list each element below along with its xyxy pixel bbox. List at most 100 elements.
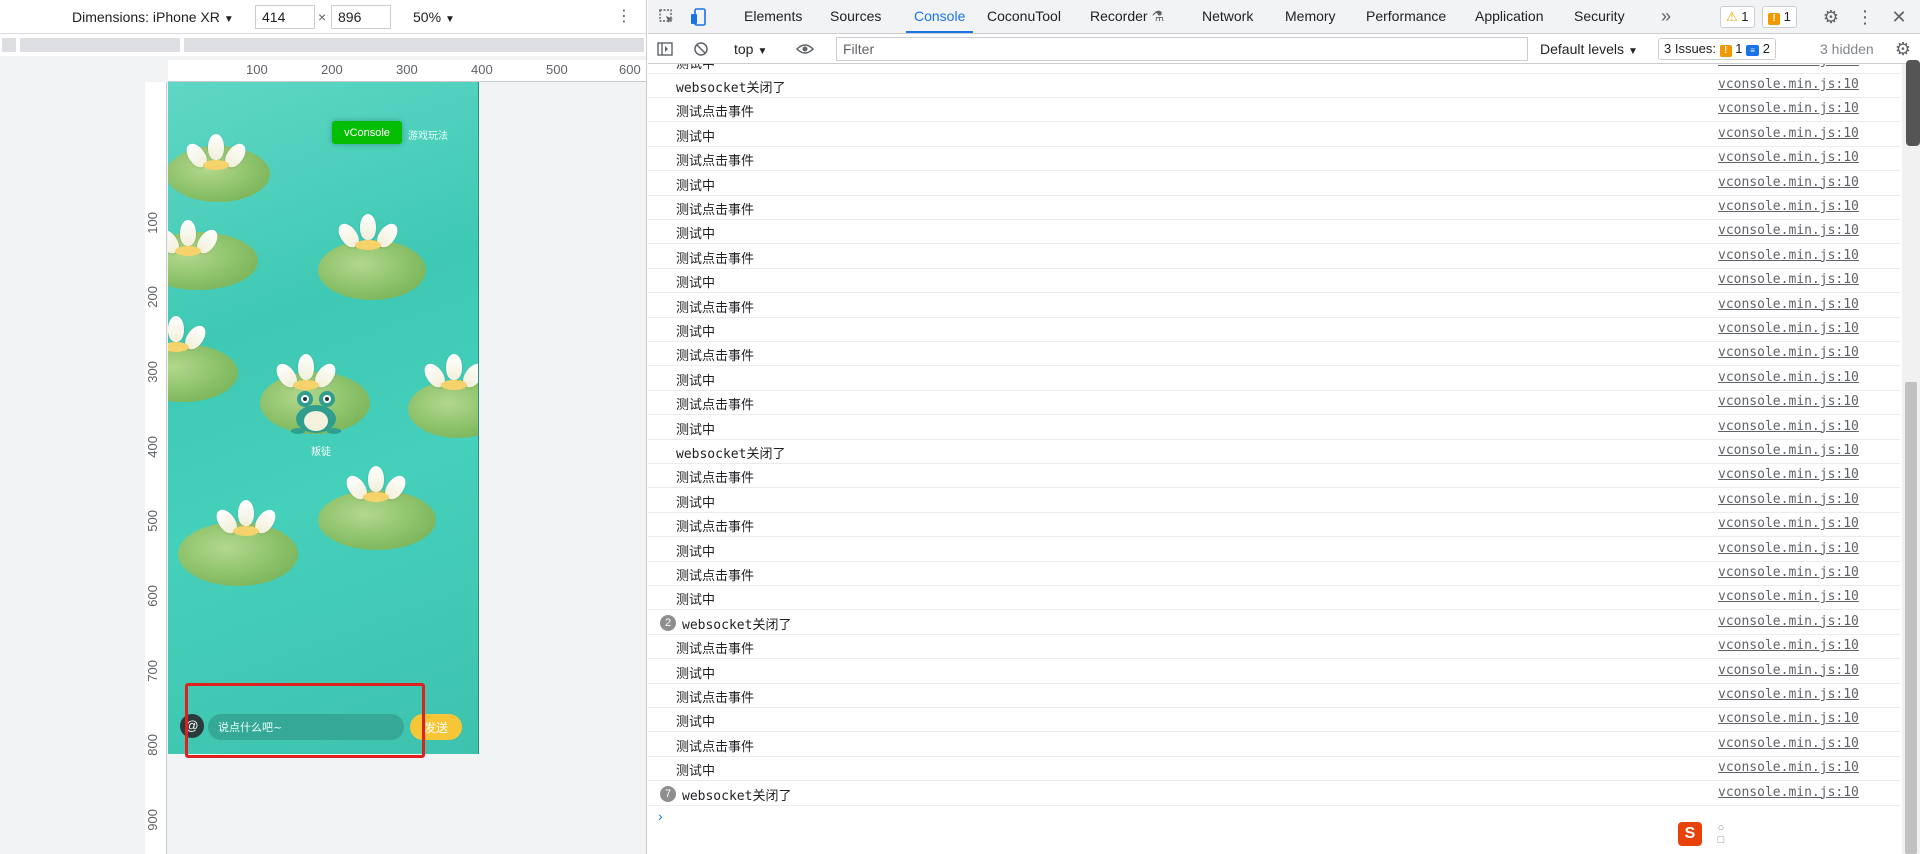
log-source-link[interactable]: vconsole.min.js:10 xyxy=(1718,77,1859,92)
info-message-icon: ≡ xyxy=(1746,45,1760,56)
log-source-link[interactable]: vconsole.min.js:10 xyxy=(1718,467,1859,482)
scrollbar-thumb[interactable] xyxy=(1905,382,1917,854)
clear-console-icon[interactable] xyxy=(690,38,712,60)
scrollbar[interactable] xyxy=(1902,64,1920,854)
log-source-link[interactable]: vconsole.min.js:10 xyxy=(1718,345,1859,360)
log-source-link[interactable]: vconsole.min.js:10 xyxy=(1718,760,1859,775)
tab-memory[interactable]: Memory xyxy=(1285,0,1336,33)
width-input[interactable]: 414 xyxy=(255,5,315,29)
log-source-link[interactable]: vconsole.min.js:10 xyxy=(1718,785,1859,800)
log-entry: 测试点击事件 vconsole.min.js:10 xyxy=(648,391,1900,416)
log-message: 测试中 xyxy=(676,325,716,340)
device-dimensions-label: Dimensions: iPhone XR xyxy=(72,9,220,25)
log-source-link[interactable]: vconsole.min.js:10 xyxy=(1718,223,1859,238)
zoom-select[interactable]: 50% ▼ xyxy=(413,9,455,25)
filter-input[interactable] xyxy=(836,37,1528,61)
settings-gear-icon[interactable]: ⚙ xyxy=(1820,6,1842,28)
log-message: 测试点击事件 xyxy=(676,569,755,584)
issues-button[interactable]: 3 Issues: ! 1 ≡ 2 xyxy=(1658,38,1776,60)
warnings-count: 1 xyxy=(1741,9,1749,24)
ime-toolbar-icon[interactable]: ○ □ xyxy=(1714,822,1728,846)
log-source-link[interactable]: vconsole.min.js:10 xyxy=(1718,199,1859,214)
log-source-link[interactable]: vconsole.min.js:10 xyxy=(1718,175,1859,190)
log-message: 测试中 xyxy=(676,178,716,194)
log-source-link[interactable]: vconsole.min.js:10 xyxy=(1718,443,1859,458)
log-source-link[interactable]: vconsole.min.js:10 xyxy=(1718,272,1859,287)
errors-badge[interactable]: ! 1 xyxy=(1762,6,1797,28)
log-message: websocket关闭了 xyxy=(676,81,786,96)
log-entry: 测试点击事件 vconsole.min.js:10 xyxy=(648,464,1900,489)
tab-performance[interactable]: Performance xyxy=(1366,0,1446,33)
media-query-bar[interactable] xyxy=(0,34,646,56)
log-source-link[interactable]: vconsole.min.js:10 xyxy=(1718,150,1859,165)
close-icon[interactable]: ✕ xyxy=(1888,6,1910,28)
context-select[interactable]: top ▼ xyxy=(734,41,767,57)
device-toggle-icon[interactable] xyxy=(688,6,710,28)
log-source-link[interactable]: vconsole.min.js:10 xyxy=(1718,248,1859,263)
height-input[interactable]: 896 xyxy=(331,5,391,29)
log-source-link[interactable]: vconsole.min.js:10 xyxy=(1718,297,1859,312)
tab-elements[interactable]: Elements xyxy=(744,0,802,33)
inspect-element-icon[interactable] xyxy=(656,6,678,28)
log-source-link[interactable]: vconsole.min.js:10 xyxy=(1718,516,1859,531)
log-source-link[interactable]: vconsole.min.js:10 xyxy=(1718,370,1859,385)
game-rules-link[interactable]: 游戏玩法 xyxy=(408,127,448,142)
log-source-link[interactable]: vconsole.min.js:10 xyxy=(1718,638,1859,653)
log-source-link[interactable]: vconsole.min.js:10 xyxy=(1718,394,1859,409)
log-message: 测试点击事件 xyxy=(676,471,755,487)
context-value: top xyxy=(734,41,754,57)
log-source-link[interactable]: vconsole.min.js:10 xyxy=(1718,126,1859,141)
sidebar-toggle-icon[interactable] xyxy=(654,38,676,60)
zoom-value: 50% xyxy=(413,9,442,25)
tab-recorder[interactable]: Recorder ⚗ xyxy=(1090,0,1164,33)
more-tabs-icon[interactable]: » xyxy=(1661,0,1671,33)
log-levels-select[interactable]: Default levels ▼ xyxy=(1540,41,1638,57)
log-message: 测试点击事件 xyxy=(676,349,755,365)
device-select[interactable]: Dimensions: iPhone XR ▼ xyxy=(72,9,234,25)
log-source-link[interactable]: vconsole.min.js:10 xyxy=(1718,614,1859,629)
ruler-label: 200 xyxy=(145,286,160,308)
ruler-label: 600 xyxy=(145,585,160,607)
ruler-label: 500 xyxy=(546,62,568,77)
log-message: 测试中 xyxy=(676,64,716,72)
tab-network[interactable]: Network xyxy=(1202,0,1253,33)
side-panel-handle[interactable] xyxy=(1906,60,1920,146)
console-prompt[interactable]: › xyxy=(658,808,663,824)
console-settings-gear-icon[interactable]: ⚙ xyxy=(1892,38,1914,60)
log-source-link[interactable]: vconsole.min.js:10 xyxy=(1718,687,1859,702)
log-source-link[interactable]: vconsole.min.js:10 xyxy=(1718,101,1859,116)
log-source-link[interactable]: vconsole.min.js:10 xyxy=(1718,736,1859,751)
tab-coconutool[interactable]: CoconuTool xyxy=(987,0,1061,33)
log-source-link[interactable]: vconsole.min.js:10 xyxy=(1718,565,1859,580)
live-expression-eye-icon[interactable] xyxy=(794,38,816,60)
log-message: 测试中 xyxy=(676,495,716,511)
customize-menu-icon[interactable]: ⋮ xyxy=(1854,6,1876,28)
tab-sources[interactable]: Sources xyxy=(830,0,881,33)
log-source-link[interactable]: vconsole.min.js:10 xyxy=(1718,589,1859,604)
log-source-link[interactable]: vconsole.min.js:10 xyxy=(1718,64,1859,68)
tab-application[interactable]: Application xyxy=(1475,0,1544,33)
log-message: 测试中 xyxy=(676,544,716,560)
tab-security[interactable]: Security xyxy=(1574,0,1625,33)
frog-avatar[interactable] xyxy=(288,387,344,435)
log-entry: 测试中 vconsole.min.js:10 xyxy=(648,708,1900,733)
vconsole-button[interactable]: vConsole xyxy=(332,121,402,144)
more-options-icon[interactable]: ⋮ xyxy=(614,6,634,28)
log-message: 测试点击事件 xyxy=(676,154,755,170)
log-source-link[interactable]: vconsole.min.js:10 xyxy=(1718,663,1859,678)
log-source-link[interactable]: vconsole.min.js:10 xyxy=(1718,419,1859,434)
log-entry: 测试点击事件 vconsole.min.js:10 xyxy=(648,294,1900,318)
issue-icon: ! xyxy=(1768,13,1780,25)
log-message: 测试点击事件 xyxy=(676,520,755,536)
ruler-label: 100 xyxy=(246,62,268,77)
log-source-link[interactable]: vconsole.min.js:10 xyxy=(1718,492,1859,507)
log-source-link[interactable]: vconsole.min.js:10 xyxy=(1718,541,1859,556)
devtools-panel: Elements Sources Console CoconuTool Reco… xyxy=(648,0,1920,854)
warnings-badge[interactable]: ⚠ 1 xyxy=(1720,6,1755,28)
log-entry: 测试点击事件 vconsole.min.js:10 xyxy=(648,342,1900,367)
ruler-label: 500 xyxy=(145,510,160,532)
log-source-link[interactable]: vconsole.min.js:10 xyxy=(1718,711,1859,726)
tab-console[interactable]: Console xyxy=(906,0,974,33)
sogou-ime-icon[interactable]: S xyxy=(1678,822,1702,846)
log-source-link[interactable]: vconsole.min.js:10 xyxy=(1718,321,1859,336)
